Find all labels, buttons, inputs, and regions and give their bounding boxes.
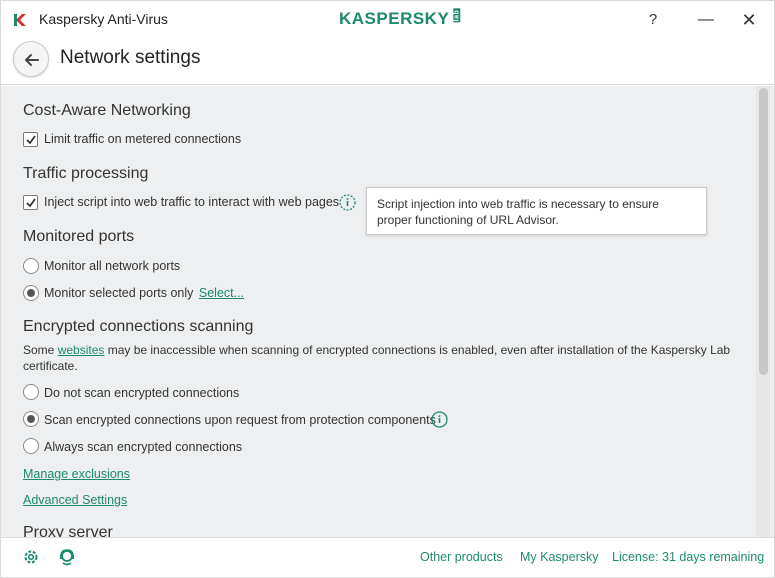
- brand-logo: KASPERSKY lab: [339, 8, 464, 29]
- license-link[interactable]: License: 31 days remaining: [612, 550, 764, 564]
- monitor-selected-ports-label: Monitor selected ports only: [44, 286, 194, 300]
- brand-suffix: lab: [453, 8, 461, 23]
- desc-after: may be inaccessible when scanning of enc…: [23, 343, 731, 373]
- monitor-all-ports-radio[interactable]: [23, 258, 39, 274]
- my-kaspersky-link[interactable]: My Kaspersky: [520, 550, 599, 564]
- checkmark-icon: [26, 198, 36, 208]
- arrow-left-icon: [25, 54, 39, 66]
- limit-traffic-checkbox[interactable]: [23, 132, 38, 147]
- other-products-link[interactable]: Other products: [420, 550, 503, 564]
- footer: Other products My Kaspersky License: 31 …: [1, 537, 774, 577]
- info-icon[interactable]: [431, 411, 448, 428]
- advanced-settings-link[interactable]: Advanced Settings: [23, 493, 127, 507]
- page-title: Network settings: [60, 47, 201, 68]
- always-scan-label: Always scan encrypted connections: [44, 440, 243, 454]
- monitor-all-ports-label: Monitor all network ports: [44, 259, 181, 273]
- title-bar: Kaspersky Anti-Virus KASPERSKY lab ? — ✕: [1, 1, 774, 39]
- do-not-scan-label: Do not scan encrypted connections: [44, 386, 240, 400]
- help-button[interactable]: ?: [638, 7, 668, 33]
- monitor-selected-ports-row: Monitor selected ports only Select...: [44, 286, 244, 300]
- close-button[interactable]: ✕: [734, 7, 764, 33]
- checkmark-icon: [26, 135, 36, 145]
- brand-name: KASPERSKY: [339, 9, 450, 28]
- manage-exclusions-link[interactable]: Manage exclusions: [23, 467, 130, 481]
- scan-upon-request-radio[interactable]: [23, 411, 39, 427]
- section-title-proxy: Proxy server: [23, 524, 113, 537]
- websites-link[interactable]: websites: [58, 343, 105, 357]
- do-not-scan-radio[interactable]: [23, 384, 39, 400]
- section-title-encrypted: Encrypted connections scanning: [23, 318, 254, 335]
- always-scan-radio[interactable]: [23, 438, 39, 454]
- vertical-scrollbar[interactable]: [756, 86, 770, 537]
- kaspersky-k-icon: [14, 14, 26, 26]
- scan-upon-request-label: Scan encrypted connections upon request …: [44, 413, 436, 427]
- select-ports-link[interactable]: Select...: [199, 286, 244, 300]
- app-window: Kaspersky Anti-Virus KASPERSKY lab ? — ✕ …: [0, 0, 775, 578]
- minimize-button[interactable]: —: [691, 7, 721, 33]
- monitor-selected-ports-radio[interactable]: [23, 285, 39, 301]
- scrollbar-thumb[interactable]: [759, 88, 768, 375]
- section-title-traffic-processing: Traffic processing: [23, 165, 149, 182]
- desc-before: Some: [23, 343, 58, 357]
- info-icon[interactable]: [339, 194, 356, 211]
- settings-content: Cost-Aware Networking Limit traffic on m…: [1, 86, 774, 537]
- gear-icon[interactable]: [22, 548, 40, 566]
- inject-script-checkbox[interactable]: [23, 195, 38, 210]
- inject-script-label: Inject script into web traffic to intera…: [44, 195, 340, 209]
- support-agent-icon[interactable]: [58, 548, 76, 566]
- section-title-cost-aware: Cost-Aware Networking: [23, 102, 191, 119]
- page-header: Network settings: [1, 39, 774, 85]
- limit-traffic-label: Limit traffic on metered connections: [44, 132, 242, 146]
- encrypted-description: Some websites may be inaccessible when s…: [23, 342, 743, 374]
- tooltip-script-injection: Script injection into web traffic is nec…: [366, 187, 707, 235]
- back-button[interactable]: [13, 41, 49, 77]
- section-title-monitored-ports: Monitored ports: [23, 228, 135, 245]
- app-title: Kaspersky Anti-Virus: [39, 11, 168, 27]
